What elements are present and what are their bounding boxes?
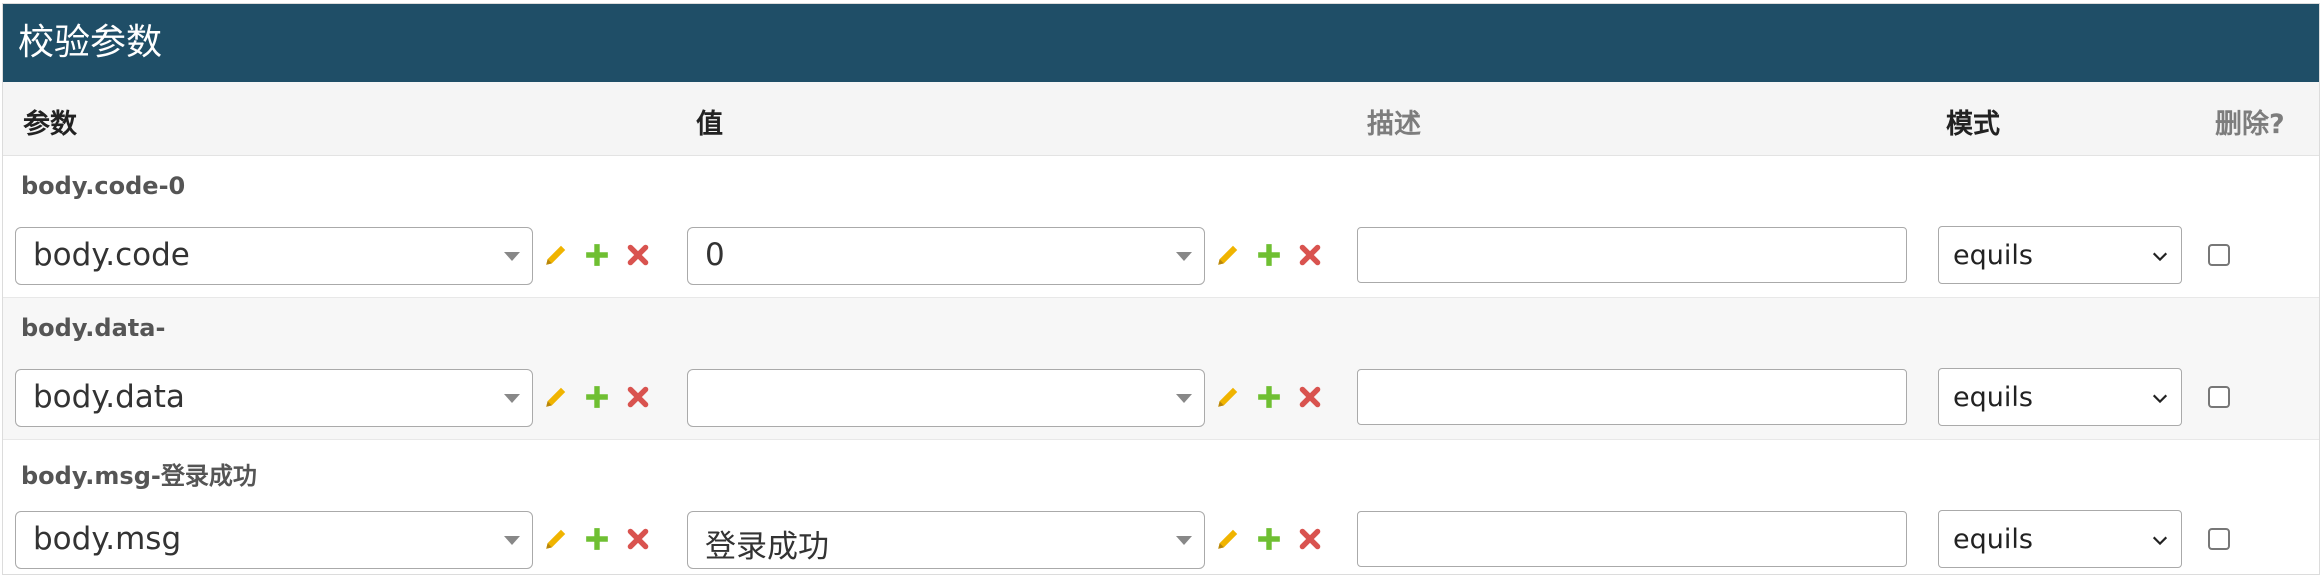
column-header-mode: 模式 [1946, 109, 2000, 140]
delete-checkbox[interactable] [2208, 386, 2230, 408]
description-input[interactable] [1357, 511, 1907, 567]
value-combobox[interactable]: 0 [687, 227, 1205, 285]
dropdown-arrow-icon[interactable] [504, 252, 520, 261]
mode-select[interactable]: equils [1938, 226, 2182, 284]
param-combobox[interactable]: body.data [15, 369, 533, 427]
pencil-icon[interactable] [543, 242, 569, 268]
close-icon[interactable] [1297, 384, 1323, 410]
value-combobox[interactable]: 登录成功 [687, 511, 1205, 569]
mode-select-value: equils [1953, 240, 2033, 271]
dropdown-arrow-icon[interactable] [1176, 394, 1192, 403]
delete-checkbox[interactable] [2208, 244, 2230, 266]
mode-select[interactable]: equils [1938, 510, 2182, 568]
panel-title: 校验参数 [3, 4, 2319, 82]
mode-select[interactable]: equils [1938, 368, 2182, 426]
description-input[interactable] [1357, 369, 1907, 425]
dropdown-arrow-icon[interactable] [1176, 252, 1192, 261]
chevron-down-icon [2152, 394, 2168, 404]
column-header-delete: 删除? [2215, 109, 2285, 140]
param-group-row: body.data- body.data equils [3, 298, 2319, 440]
pencil-icon[interactable] [543, 384, 569, 410]
verification-params-panel: 校验参数 参数 值 描述 模式 删除? body.code-0 body.cod… [2, 3, 2320, 575]
column-header-row: 参数 值 描述 模式 删除? [3, 82, 2319, 156]
description-input[interactable] [1357, 227, 1907, 283]
column-header-value: 值 [696, 109, 723, 140]
plus-icon[interactable] [584, 242, 610, 268]
dropdown-arrow-icon[interactable] [504, 394, 520, 403]
plus-icon[interactable] [1256, 384, 1282, 410]
value-combobox[interactable] [687, 369, 1205, 427]
param-combobox-value: body.data [33, 379, 185, 415]
param-combobox-value: body.code [33, 237, 190, 273]
param-combobox-value: body.msg [33, 521, 182, 557]
param-combobox[interactable]: body.msg [15, 511, 533, 569]
dropdown-arrow-icon[interactable] [1176, 536, 1192, 545]
column-header-param: 参数 [23, 109, 77, 140]
column-header-desc: 描述 [1367, 109, 1421, 140]
param-group-title: body.data- [21, 314, 166, 342]
chevron-down-icon [2152, 252, 2168, 262]
delete-checkbox[interactable] [2208, 528, 2230, 550]
plus-icon[interactable] [584, 384, 610, 410]
mode-select-value: equils [1953, 382, 2033, 413]
param-combobox[interactable]: body.code [15, 227, 533, 285]
dropdown-arrow-icon[interactable] [504, 536, 520, 545]
value-combobox-value: 登录成功 [705, 529, 829, 565]
param-group-title: body.msg-登录成功 [21, 462, 257, 490]
param-group-row: body.msg-登录成功 body.msg 登录成功 equils [3, 440, 2319, 574]
close-icon[interactable] [1297, 526, 1323, 552]
plus-icon[interactable] [1256, 526, 1282, 552]
chevron-down-icon [2152, 536, 2168, 546]
close-icon[interactable] [1297, 242, 1323, 268]
pencil-icon[interactable] [543, 526, 569, 552]
param-group-title: body.code-0 [21, 172, 186, 200]
plus-icon[interactable] [1256, 242, 1282, 268]
close-icon[interactable] [625, 384, 651, 410]
plus-icon[interactable] [584, 526, 610, 552]
mode-select-value: equils [1953, 524, 2033, 555]
close-icon[interactable] [625, 526, 651, 552]
pencil-icon[interactable] [1215, 384, 1241, 410]
close-icon[interactable] [625, 242, 651, 268]
pencil-icon[interactable] [1215, 242, 1241, 268]
param-group-row: body.code-0 body.code 0 equils [3, 156, 2319, 298]
value-combobox-value: 0 [705, 237, 725, 273]
pencil-icon[interactable] [1215, 526, 1241, 552]
